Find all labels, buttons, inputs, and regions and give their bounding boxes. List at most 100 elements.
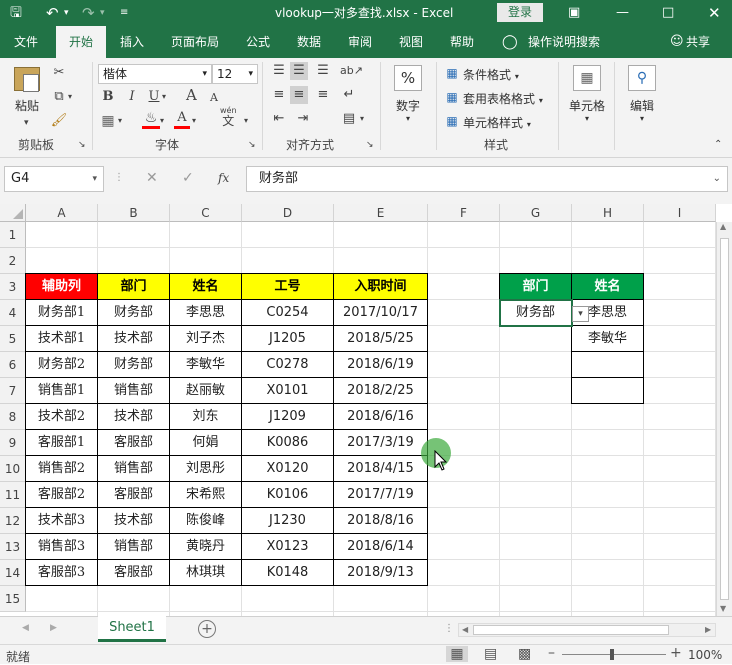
table-cell[interactable]: 销售部: [97, 377, 170, 404]
table-cell[interactable]: J1209: [241, 403, 334, 430]
copy-icon[interactable]: ⧉: [50, 88, 68, 106]
table-cell[interactable]: 销售部3: [25, 533, 98, 560]
row-header-2[interactable]: 2: [0, 248, 26, 274]
row-header-5[interactable]: 5: [0, 326, 26, 352]
page-layout-view-icon[interactable]: ▤: [484, 646, 497, 662]
table-cell[interactable]: 销售部: [97, 533, 170, 560]
lookup-result-cell[interactable]: [571, 351, 644, 378]
table-cell[interactable]: 刘东: [169, 403, 242, 430]
copy-dropdown-icon[interactable]: ▾: [68, 88, 72, 106]
font-color-dropdown-icon[interactable]: ▾: [192, 112, 196, 130]
zoom-slider[interactable]: [562, 654, 666, 655]
scroll-down-icon[interactable]: ▼: [720, 604, 726, 613]
table-cell[interactable]: 2018/2/25: [333, 377, 428, 404]
table-cell[interactable]: 2018/8/16: [333, 507, 428, 534]
table-cell[interactable]: K0148: [241, 559, 334, 586]
lookup-header-name[interactable]: 姓名: [571, 273, 644, 300]
table-cell[interactable]: J1230: [241, 507, 334, 534]
worksheet-grid[interactable]: A B C D E F G H I ▲ ▼ 1 2 3 4 5 6 7 8 9 10 11 12 13 1…: [0, 204, 732, 616]
login-button[interactable]: 登录: [497, 3, 543, 22]
paste-dropdown-icon[interactable]: ▾: [24, 114, 29, 132]
conditional-format-button[interactable]: 条件格式 ▾: [463, 66, 519, 83]
prev-sheet-icon[interactable]: ◀: [22, 623, 29, 633]
table-header-cell[interactable]: 入职时间: [333, 273, 428, 300]
table-cell[interactable]: 技术部: [97, 403, 170, 430]
underline-dropdown-icon[interactable]: ▾: [162, 88, 166, 106]
tab-insert[interactable]: 插入: [120, 26, 144, 58]
table-cell[interactable]: 财务部1: [25, 299, 98, 326]
restore-icon[interactable]: □: [662, 0, 674, 26]
table-cell[interactable]: 2018/6/16: [333, 403, 428, 430]
tab-data[interactable]: 数据: [297, 26, 321, 58]
phonetic-button[interactable]: wén 文: [220, 106, 237, 128]
vertical-scroll-thumb[interactable]: [720, 238, 729, 600]
tab-formulas[interactable]: 公式: [246, 26, 270, 58]
table-cell[interactable]: 刘思彤: [169, 455, 242, 482]
table-cell[interactable]: J1205: [241, 325, 334, 352]
page-break-view-icon[interactable]: ▩: [518, 646, 531, 662]
scroll-up-icon[interactable]: ▲: [720, 222, 726, 231]
cell-styles-icon[interactable]: ▦: [444, 112, 460, 130]
alignment-launcher-icon[interactable]: ↘: [366, 136, 374, 154]
tab-page-layout[interactable]: 页面布局: [171, 26, 219, 58]
minimize-icon[interactable]: —: [616, 0, 629, 26]
paste-button[interactable]: 粘贴: [8, 62, 46, 114]
row-header-4[interactable]: 4: [0, 300, 26, 326]
normal-view-icon[interactable]: ▦: [446, 646, 468, 662]
horizontal-scrollbar[interactable]: ◀ ▶: [458, 623, 716, 637]
lookup-result-cell[interactable]: [571, 377, 644, 404]
name-box[interactable]: G4 ▾: [4, 166, 104, 192]
font-size-dropdown-icon[interactable]: ▾: [248, 65, 253, 83]
table-cell[interactable]: 技术部: [97, 507, 170, 534]
column-header-b[interactable]: B: [98, 204, 170, 222]
cell-styles-button[interactable]: 单元格样式 ▾: [463, 114, 531, 131]
table-cell[interactable]: 陈俊峰: [169, 507, 242, 534]
fill-color-icon[interactable]: ♨: [142, 110, 160, 129]
table-cell[interactable]: 宋希熙: [169, 481, 242, 508]
table-cell[interactable]: 财务部: [97, 299, 170, 326]
grow-font-button[interactable]: A: [186, 86, 197, 104]
fill-color-dropdown-icon[interactable]: ▾: [160, 112, 164, 130]
cut-icon[interactable]: ✂: [50, 64, 68, 82]
table-cell[interactable]: X0120: [241, 455, 334, 482]
table-cell[interactable]: 客服部: [97, 429, 170, 456]
format-as-table-button[interactable]: 套用表格格式 ▾: [463, 90, 543, 107]
shrink-font-button[interactable]: A: [210, 89, 218, 107]
table-cell[interactable]: 销售部: [97, 455, 170, 482]
tab-file[interactable]: 文件: [14, 26, 38, 58]
scroll-left-icon[interactable]: ◀: [462, 624, 468, 636]
column-header-i[interactable]: I: [644, 204, 716, 222]
vertical-scrollbar[interactable]: ▲ ▼: [716, 222, 732, 616]
table-cell[interactable]: 技术部: [97, 325, 170, 352]
horizontal-scroll-thumb[interactable]: [473, 625, 669, 635]
tab-split-grip-icon[interactable]: ⋮: [444, 623, 454, 634]
table-cell[interactable]: 赵丽敏: [169, 377, 242, 404]
ribbon-display-icon[interactable]: ▣: [568, 0, 580, 26]
table-cell[interactable]: K0086: [241, 429, 334, 456]
align-left-icon[interactable]: ≡: [270, 86, 288, 104]
align-center-icon[interactable]: ≡: [290, 86, 308, 104]
row-header-11[interactable]: 11: [0, 482, 26, 508]
merge-center-icon[interactable]: ▤: [340, 110, 358, 128]
row-header-7[interactable]: 7: [0, 378, 26, 404]
table-cell[interactable]: 财务部: [97, 351, 170, 378]
table-cell[interactable]: 销售部2: [25, 455, 98, 482]
orientation-icon[interactable]: ab↗: [340, 62, 363, 80]
expand-formula-icon[interactable]: ⌄: [713, 167, 721, 191]
table-cell[interactable]: 李敏华: [169, 351, 242, 378]
enter-icon[interactable]: ✓: [182, 170, 194, 186]
redo-icon[interactable]: ↷: [82, 0, 95, 26]
lookup-header-dept[interactable]: 部门: [499, 273, 572, 300]
phonetic-dropdown-icon[interactable]: ▾: [244, 112, 248, 130]
format-painter-icon[interactable]: 🖌: [50, 112, 68, 130]
table-cell[interactable]: 2018/6/14: [333, 533, 428, 560]
lookup-result-cell[interactable]: 李敏华: [571, 325, 644, 352]
tab-review[interactable]: 审阅: [348, 26, 372, 58]
sheet-tab-sheet1[interactable]: Sheet1: [98, 616, 166, 642]
align-bottom-icon[interactable]: ☰: [314, 62, 332, 80]
table-cell[interactable]: 财务部2: [25, 351, 98, 378]
cancel-icon[interactable]: ✕: [146, 170, 158, 186]
table-cell[interactable]: 2017/10/17: [333, 299, 428, 326]
font-launcher-icon[interactable]: ↘: [248, 136, 256, 154]
underline-button[interactable]: U: [146, 88, 162, 106]
